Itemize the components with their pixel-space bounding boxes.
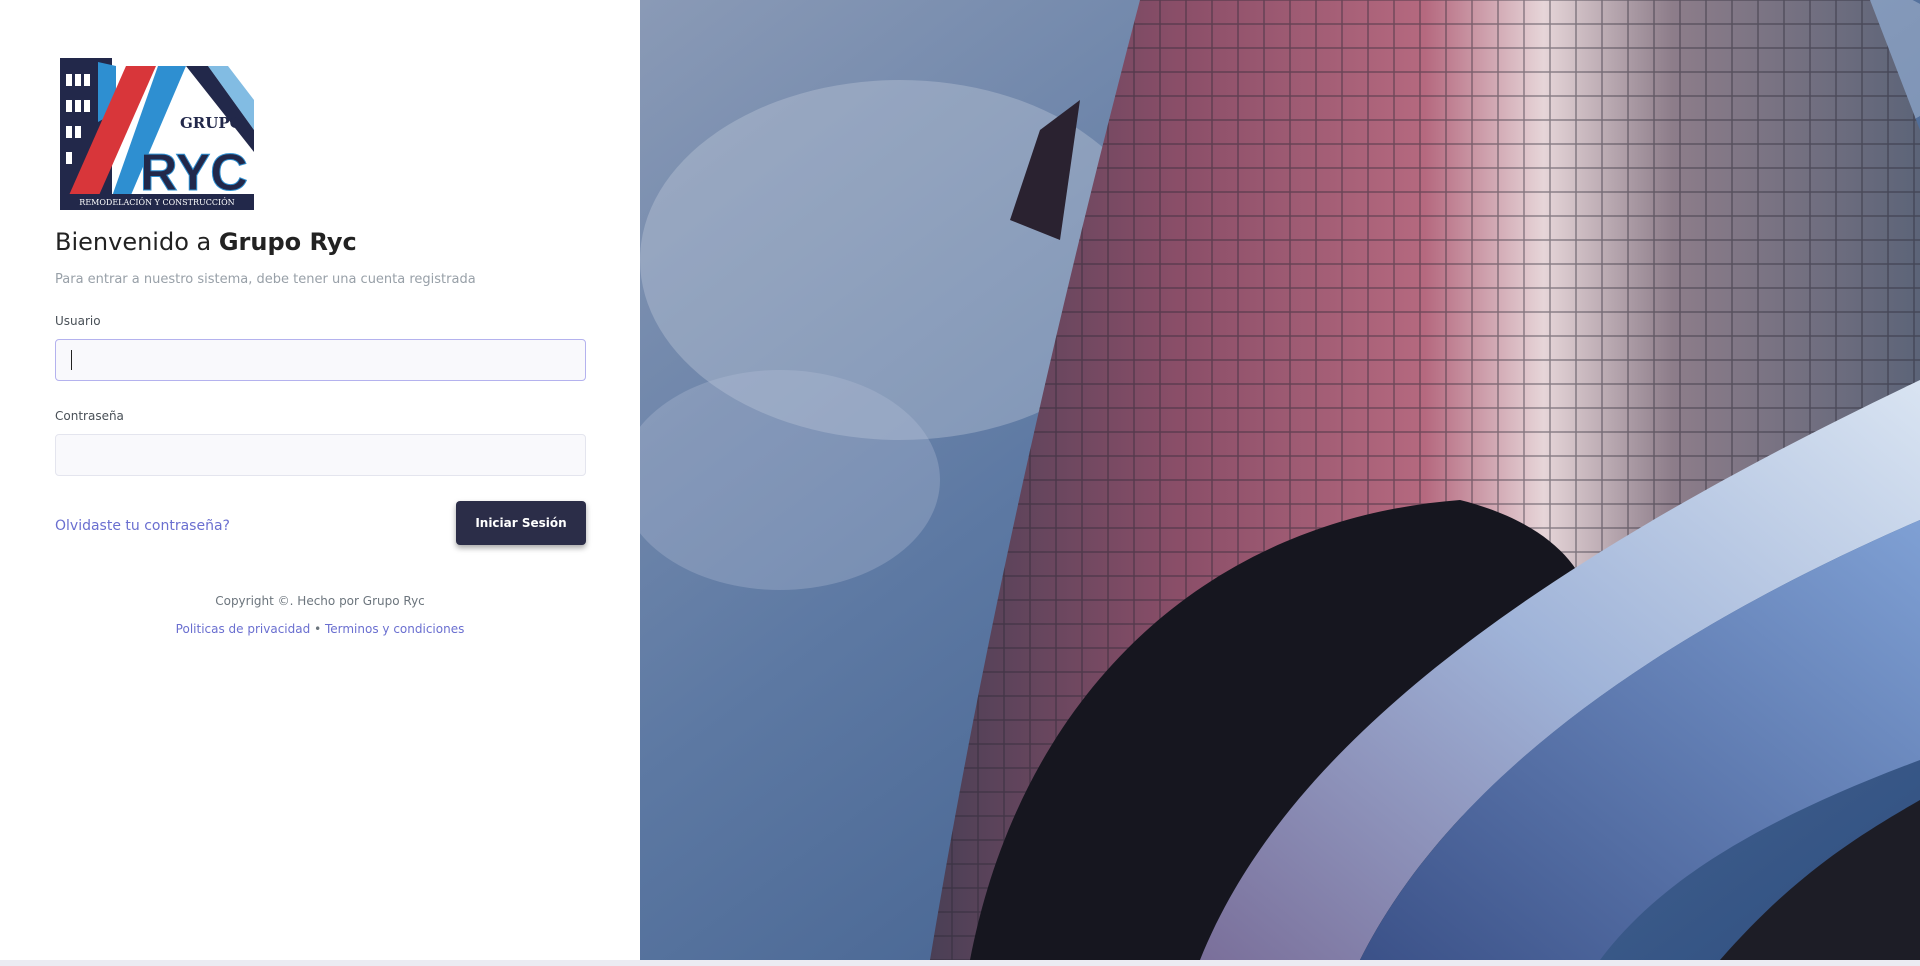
password-label: Contraseña [55,409,124,423]
footer-separator: • [314,622,322,636]
password-input[interactable] [55,434,586,476]
welcome-prefix: Bienvenido a [55,228,212,256]
company-logo: GRUPO RYC REMODELACIÓN Y CONSTRUCCIÓN [60,58,254,210]
login-button[interactable]: Iniciar Sesión [456,501,586,545]
background-image [640,0,1920,960]
logo-tagline: REMODELACIÓN Y CONSTRUCCIÓN [79,198,234,207]
welcome-brand: Grupo Ryc [218,228,357,256]
building-photo [640,0,1920,960]
text-caret [71,350,72,370]
privacy-policy-link[interactable]: Politicas de privacidad [176,622,311,636]
welcome-heading: Bienvenido a Grupo Ryc [55,228,357,256]
logo-main-text: RYC [140,144,248,202]
copyright-text: Copyright ©. Hecho por Grupo Ryc [215,594,425,608]
username-label: Usuario [55,314,101,328]
terms-link[interactable]: Terminos y condiciones [325,622,464,636]
footer-links: Politicas de privacidad • Terminos y con… [0,622,640,636]
welcome-subtitle: Para entrar a nuestro sistema, debe tene… [55,272,476,287]
bottom-strip [0,960,1920,966]
forgot-password-link[interactable]: Olvidaste tu contraseña? [55,518,230,534]
username-input[interactable] [55,339,586,381]
logo-top-text: GRUPO [180,114,243,132]
login-panel: GRUPO RYC REMODELACIÓN Y CONSTRUCCIÓN Bi… [0,0,640,960]
